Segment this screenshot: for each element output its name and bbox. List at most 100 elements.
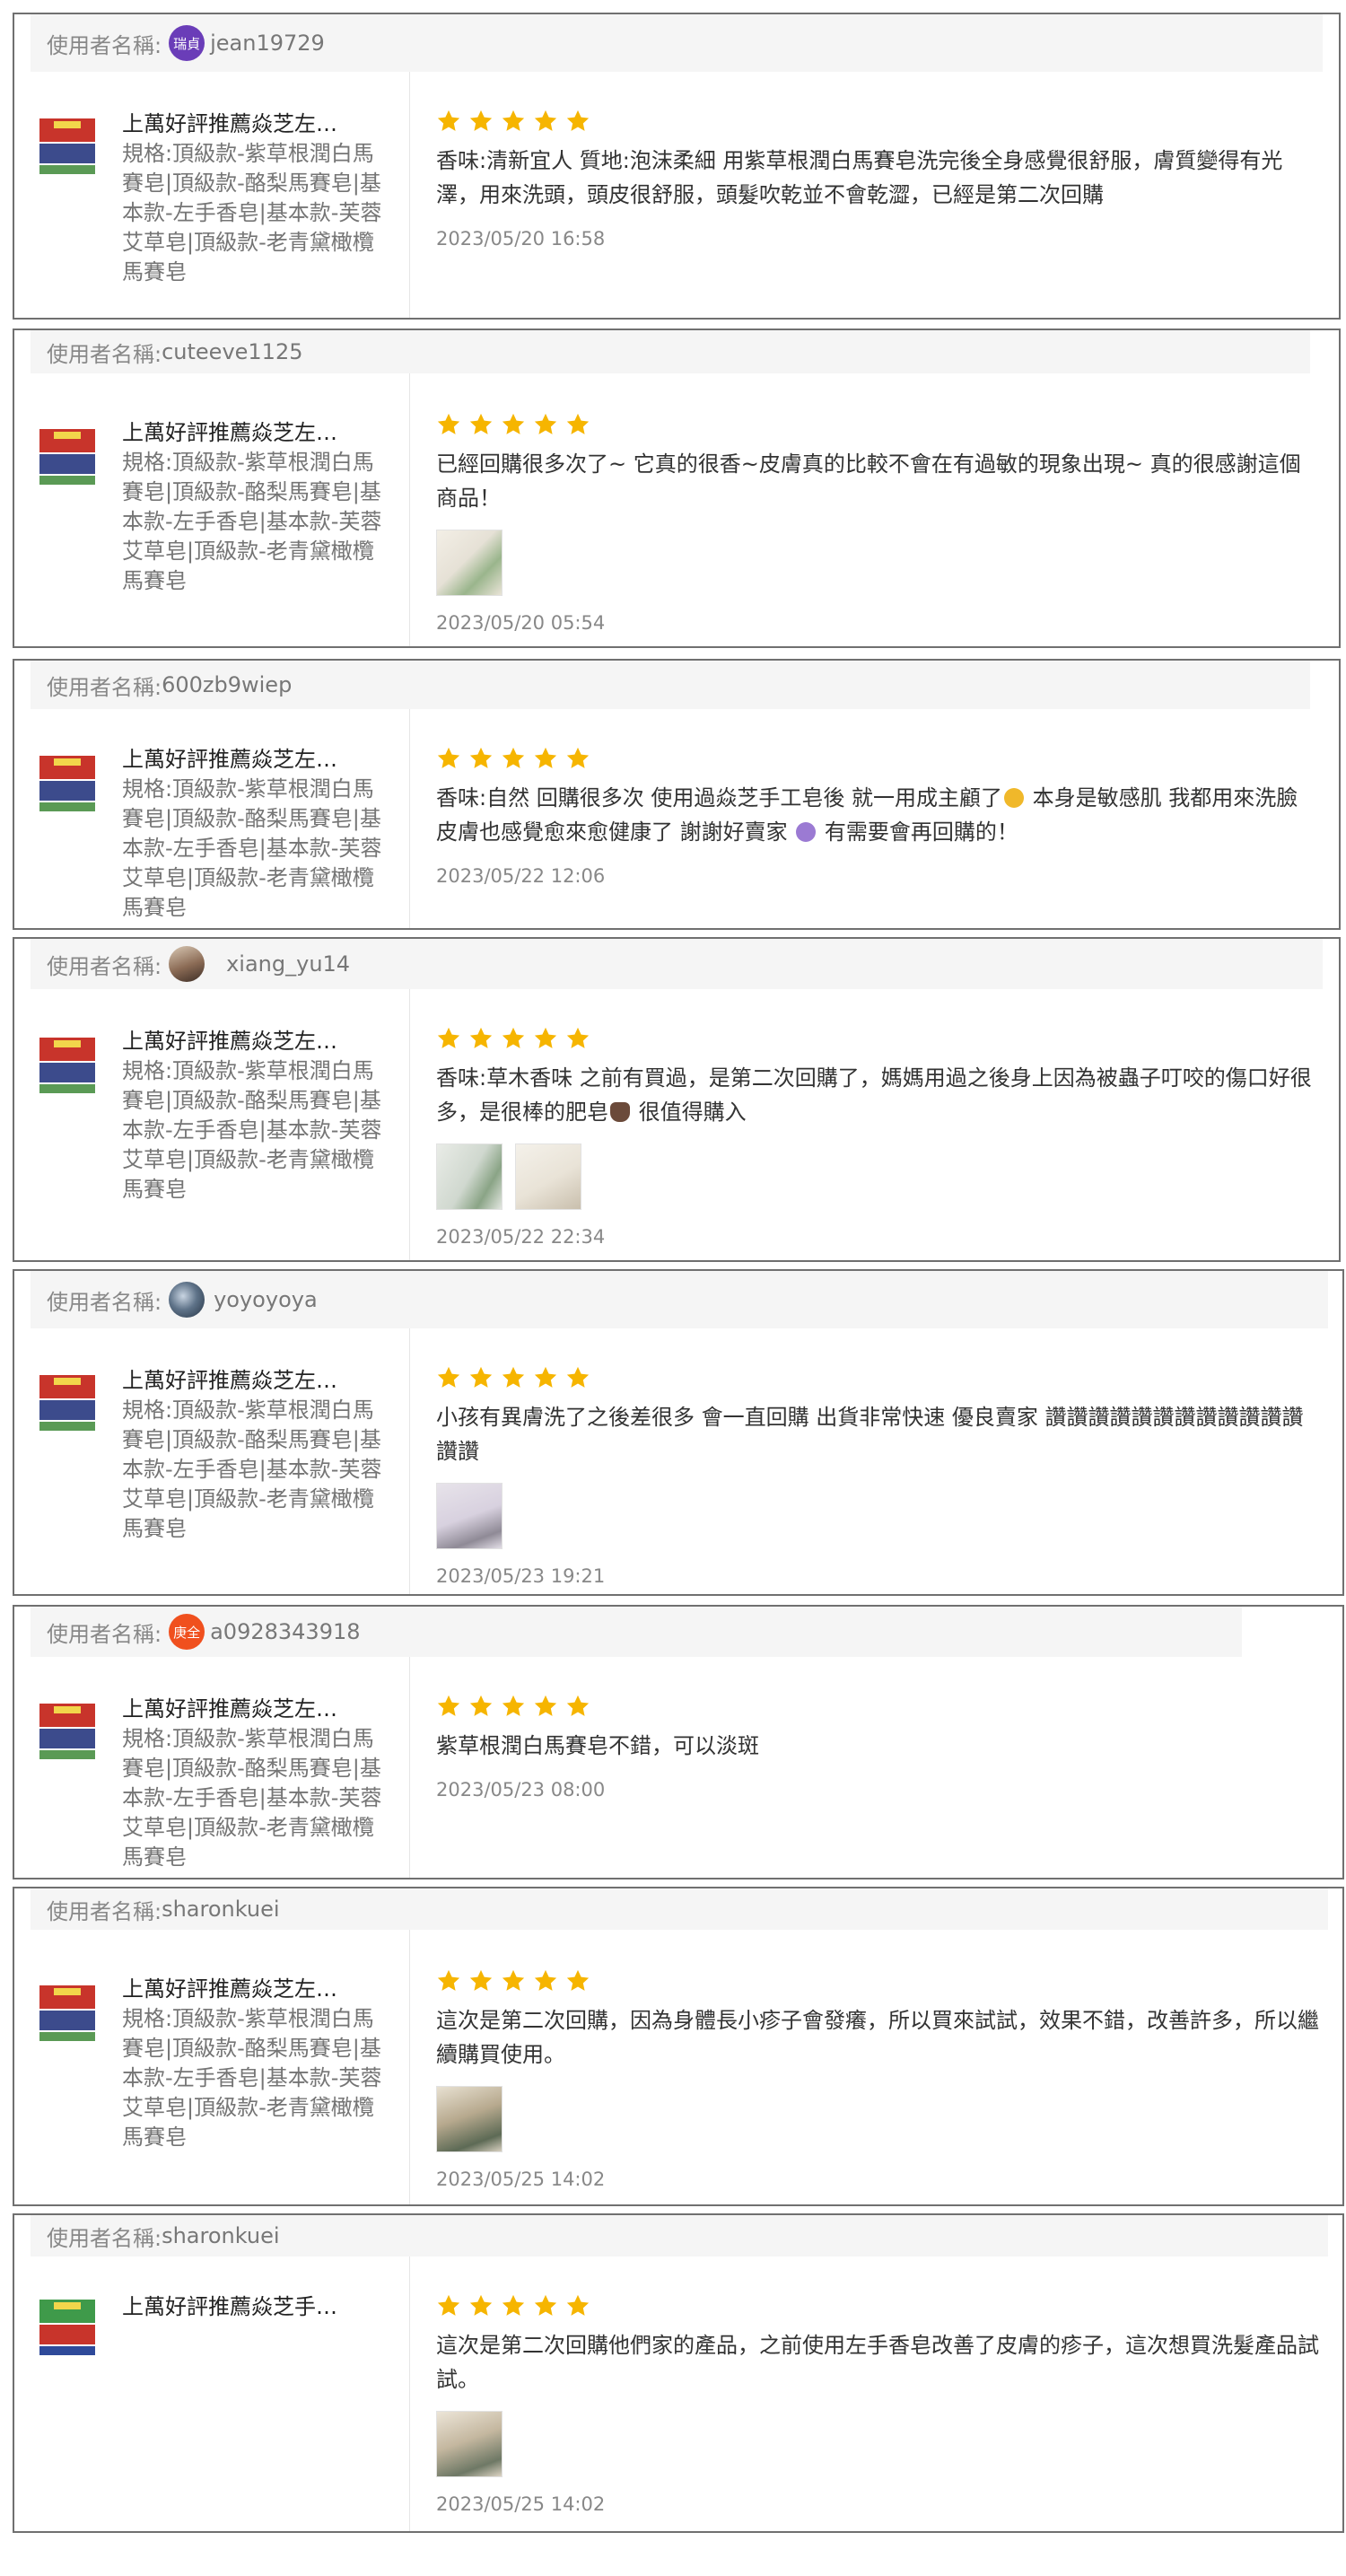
product-title[interactable]: 上萬好評推薦焱芝左… <box>122 418 391 448</box>
star-icon <box>502 1366 525 1388</box>
user-name[interactable]: yoyoyoya <box>214 1287 318 1312</box>
user-avatar[interactable] <box>169 946 205 982</box>
star-icon <box>437 1969 460 1991</box>
product-thumbnail[interactable] <box>34 113 101 180</box>
user-avatar[interactable] <box>169 1282 205 1318</box>
product-spec: 規格:頂級款-紫草根潤白馬賽皂|頂級款-酪梨馬賽皂|基本款-左手香皂|基本款-芙… <box>122 1058 382 1202</box>
user-name[interactable]: a0928343918 <box>210 1619 360 1644</box>
review-text-part: 香味:草木香味 之前有買過，是第二次回購了，媽媽用過之後身上因為被蟲子叮咬的傷口… <box>436 1065 1312 1125</box>
review-time: 2023/05/25 14:02 <box>436 2169 606 2190</box>
star-icon <box>534 2294 557 2316</box>
product-title[interactable]: 上萬好評推薦焱芝手… <box>122 2292 391 2322</box>
review-photos <box>436 1483 1321 1549</box>
product-title[interactable]: 上萬好評推薦焱芝左… <box>122 110 391 139</box>
review-photos <box>436 530 1317 596</box>
star-rating <box>436 1025 1317 1052</box>
review-card: 使用者名稱: yoyoyoya 上萬好評推薦焱芝左… 規格:頂級款-紫草根潤白馬… <box>13 1269 1344 1596</box>
review-photo[interactable] <box>436 2411 503 2477</box>
star-icon <box>502 1027 525 1048</box>
product-info[interactable]: 上萬好評推薦焱芝左… 規格:頂級款-紫草根潤白馬賽皂|頂級款-酪梨馬賽皂|基本款… <box>14 989 410 1260</box>
user-avatar[interactable]: 庚全 <box>169 1614 205 1650</box>
product-info[interactable]: 上萬好評推薦焱芝左… 規格:頂級款-紫草根潤白馬賽皂|頂級款-酪梨馬賽皂|基本款… <box>14 373 410 646</box>
product-title[interactable]: 上萬好評推薦焱芝左… <box>122 1366 391 1396</box>
product-thumbnail[interactable] <box>34 1032 101 1099</box>
clapping-hands-icon <box>1003 788 1024 808</box>
product-thumbnail[interactable] <box>34 1698 101 1765</box>
product-thumbnail[interactable] <box>34 424 101 490</box>
user-avatar[interactable]: 瑞貞 <box>169 25 205 61</box>
product-thumbnail[interactable] <box>34 1370 101 1436</box>
review-text-part: 很值得購入 <box>632 1100 747 1125</box>
star-rating <box>436 2292 1321 2319</box>
review-photo[interactable] <box>515 1143 581 1210</box>
review-photo[interactable] <box>436 1143 503 1210</box>
star-icon <box>437 2294 460 2316</box>
star-rating <box>436 1967 1321 1994</box>
product-info[interactable]: 上萬好評推薦焱芝左… 規格:頂級款-紫草根潤白馬賽皂|頂級款-酪梨馬賽皂|基本款… <box>14 1930 410 2204</box>
review-text: 這次是第二次回購他們家的產品，之前使用左手香皂改善了皮膚的疹子，這次想買洗髮產品… <box>436 2333 1319 2392</box>
review-text: 紫草根潤白馬賽皂不錯，可以淡斑 <box>436 1733 759 1758</box>
star-icon <box>502 747 525 768</box>
review-text: 這次是第二次回購，因為身體長小疹子會發癢，所以買來試試，效果不錯，改善許多，所以… <box>436 2008 1319 2067</box>
review-photos <box>436 1143 1317 1210</box>
product-title[interactable]: 上萬好評推薦焱芝左… <box>122 745 391 775</box>
user-name-label: 使用者名稱: <box>47 1621 162 1647</box>
review-body: 已經回購很多次了~ 它真的很香~皮膚真的比較不會在有過敏的現象出現~ 真的很感謝… <box>436 411 1317 634</box>
star-icon <box>566 2294 590 2316</box>
user-name-label: 使用者名稱: <box>47 2225 162 2251</box>
product-thumbnail[interactable] <box>34 750 101 817</box>
review-photo[interactable] <box>436 1483 503 1549</box>
star-icon <box>566 1695 590 1716</box>
review-time: 2023/05/20 05:54 <box>436 612 606 634</box>
star-icon <box>566 1027 590 1048</box>
product-title[interactable]: 上萬好評推薦焱芝左… <box>122 1975 391 2004</box>
product-info[interactable]: 上萬好評推薦焱芝左… 規格:頂級款-紫草根潤白馬賽皂|頂級款-酪梨馬賽皂|基本款… <box>14 1328 410 1594</box>
user-name[interactable]: sharonkuei <box>162 2223 279 2248</box>
review-text: 香味:清新宜人 質地:泡沫柔細 用紫草根潤白馬賽皂洗完後全身感覺很舒服，膚質變得… <box>436 148 1283 207</box>
review-time: 2023/05/20 16:58 <box>436 228 606 250</box>
product-title[interactable]: 上萬好評推薦焱芝左… <box>122 1027 391 1056</box>
star-icon <box>502 110 525 131</box>
product-info[interactable]: 上萬好評推薦焱芝左… 規格:頂級款-紫草根潤白馬賽皂|頂級款-酪梨馬賽皂|基本款… <box>14 709 410 928</box>
user-name[interactable]: sharonkuei <box>162 1897 279 1922</box>
user-name[interactable]: cuteeve1125 <box>162 339 302 364</box>
user-name-label: 使用者名稱: <box>47 1289 162 1315</box>
review-card: 使用者名稱: 庚全 a0928343918 上萬好評推薦焱芝左… 規格:頂級款-… <box>13 1605 1344 1879</box>
star-icon <box>469 110 493 131</box>
review-photo[interactable] <box>436 530 503 596</box>
star-icon <box>566 1969 590 1991</box>
user-name-bar: 使用者名稱: sharonkuei <box>31 1888 1328 1930</box>
star-icon <box>437 110 460 131</box>
star-icon <box>566 413 590 434</box>
product-thumbnail[interactable] <box>34 2294 101 2361</box>
thumbs-up-icon <box>610 1102 630 1122</box>
product-thumbnail[interactable] <box>34 1980 101 2046</box>
star-icon <box>469 1027 493 1048</box>
star-icon <box>534 1695 557 1716</box>
product-info[interactable]: 上萬好評推薦焱芝手… <box>14 2256 410 2531</box>
user-name[interactable]: jean19729 <box>210 31 325 56</box>
user-name[interactable]: xiang_yu14 <box>226 951 350 977</box>
star-icon <box>534 1969 557 1991</box>
star-icon <box>469 1695 493 1716</box>
star-icon <box>437 747 460 768</box>
review-text: 已經回購很多次了~ 它真的很香~皮膚真的比較不會在有過敏的現象出現~ 真的很感謝… <box>436 451 1301 511</box>
product-info[interactable]: 上萬好評推薦焱芝左… 規格:頂級款-紫草根潤白馬賽皂|頂級款-酪梨馬賽皂|基本款… <box>14 1657 410 1878</box>
user-name-bar: 使用者名稱: 瑞貞 jean19729 <box>31 14 1323 72</box>
star-rating <box>436 745 1317 772</box>
product-title[interactable]: 上萬好評推薦焱芝左… <box>122 1695 391 1724</box>
product-info[interactable]: 上萬好評推薦焱芝左… 規格:頂級款-紫草根潤白馬賽皂|頂級款-酪梨馬賽皂|基本款… <box>14 72 410 318</box>
review-photo[interactable] <box>436 2086 503 2152</box>
star-icon <box>502 1969 525 1991</box>
star-icon <box>566 110 590 131</box>
star-icon <box>566 747 590 768</box>
star-icon <box>469 1366 493 1388</box>
star-icon <box>566 1366 590 1388</box>
user-name-label: 使用者名稱: <box>47 953 162 979</box>
user-name-label: 使用者名稱: <box>47 1898 162 1924</box>
review-text: 香味:草木香味 之前有買過，是第二次回購了，媽媽用過之後身上因為被蟲子叮咬的傷口… <box>436 1061 1317 1129</box>
review-text-part: 香味:自然 回購很多次 使用過焱芝手工皂後 就一用成主顧了 <box>436 785 1002 810</box>
user-name[interactable]: 600zb9wiep <box>162 672 292 697</box>
user-name-bar: 使用者名稱: 600zb9wiep <box>31 661 1310 709</box>
praying-person-icon <box>796 822 817 842</box>
